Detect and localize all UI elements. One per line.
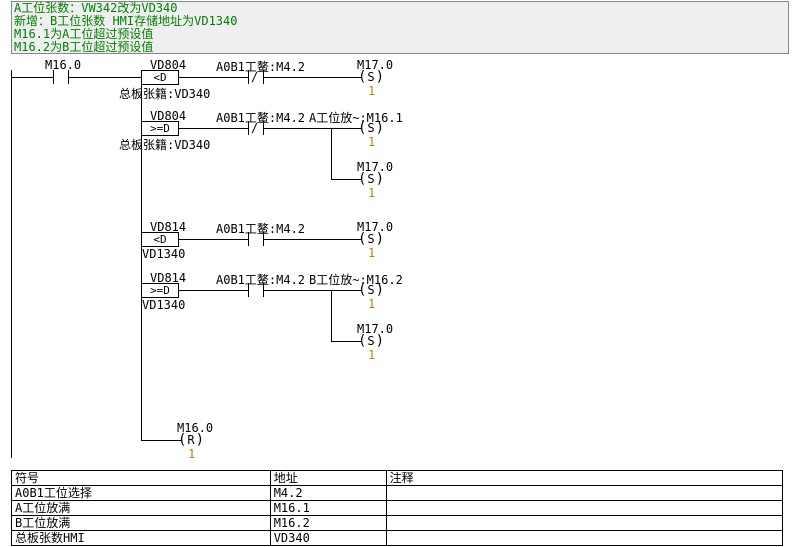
cell-symbol[interactable]: B工位放满	[12, 516, 271, 531]
compare-bot: 总板张籍:VD340	[119, 85, 210, 102]
contact-no-3[interactable]	[236, 232, 276, 246]
cell-address[interactable]: M16.1	[270, 501, 386, 516]
cell-address[interactable]: M4.2	[270, 486, 386, 501]
wire	[331, 179, 351, 180]
ladder-diagram[interactable]: M16.0 VD804 <D 总板张籍:VD340 A0B1工鳌:M4.2 / …	[11, 60, 783, 460]
coil-set-1[interactable]: (S)	[351, 70, 391, 84]
coil-count: 1	[368, 297, 375, 311]
compare-block-4[interactable]: >=D	[141, 283, 179, 298]
wire	[179, 128, 236, 129]
compare-block-2[interactable]: >=D	[141, 121, 179, 136]
header-symbol[interactable]: 符号	[12, 471, 271, 486]
cell-address[interactable]: M16.2	[270, 516, 386, 531]
wire	[276, 290, 351, 291]
compare-block-1[interactable]: <D	[141, 70, 179, 85]
coil-set-4b[interactable]: (S)	[351, 334, 391, 348]
compare-bot: VD1340	[142, 247, 185, 261]
symbol-table[interactable]: 符号 地址 注释 A0B1工位选择 M4.2 A工位放满 M16.1 B工位放满…	[11, 470, 783, 546]
coil-count: 1	[368, 186, 375, 200]
wire	[11, 77, 41, 78]
contact-no-m160[interactable]	[41, 70, 81, 84]
coil-count: 1	[188, 447, 195, 461]
wire	[179, 290, 236, 291]
coil-set-4a[interactable]: (S)	[351, 283, 391, 297]
wire	[179, 239, 236, 240]
coil-count: 1	[368, 348, 375, 362]
compare-block-3[interactable]: <D	[141, 232, 179, 247]
cell-symbol[interactable]: A工位放满	[12, 501, 271, 516]
coil-set-3[interactable]: (S)	[351, 232, 391, 246]
coil-set-2b[interactable]: (S)	[351, 172, 391, 186]
coil-count: 1	[368, 84, 375, 98]
header-address[interactable]: 地址	[270, 471, 386, 486]
cell-comment[interactable]	[386, 501, 782, 516]
wire	[331, 341, 351, 342]
table-row[interactable]: A0B1工位选择 M4.2	[12, 486, 783, 501]
comment-line: M16.2为B工位超过预设值	[14, 41, 786, 54]
coil-count: 1	[368, 135, 375, 149]
header-comment[interactable]: 注释	[386, 471, 782, 486]
cell-comment[interactable]	[386, 486, 782, 501]
wire	[141, 440, 171, 441]
table-row[interactable]: 总板张数HMI VD340	[12, 531, 783, 546]
cell-symbol[interactable]: A0B1工位选择	[12, 486, 271, 501]
wire	[179, 77, 236, 78]
compare-bot: VD1340	[142, 298, 185, 312]
wire	[276, 77, 351, 78]
wire	[276, 128, 351, 129]
wire	[276, 239, 351, 240]
wire	[331, 290, 332, 341]
left-power-rail	[11, 70, 12, 458]
compare-bot: 总板张籍:VD340	[119, 136, 210, 153]
coil-count: 1	[368, 246, 375, 260]
cell-comment[interactable]	[386, 531, 782, 546]
contact-nc-1[interactable]: /	[236, 70, 276, 84]
wire	[81, 77, 141, 78]
wire	[331, 128, 332, 179]
table-row[interactable]: A工位放满 M16.1	[12, 501, 783, 516]
plc-editor-page: A工位张数：VW342改为VD340 新增：B工位张数 HMI存储地址为VD13…	[0, 0, 794, 547]
contact-nc-2[interactable]: /	[236, 121, 276, 135]
cell-address[interactable]: VD340	[270, 531, 386, 546]
network-comment[interactable]: A工位张数：VW342改为VD340 新增：B工位张数 HMI存储地址为VD13…	[11, 1, 789, 54]
table-header-row: 符号 地址 注释	[12, 471, 783, 486]
cell-comment[interactable]	[386, 516, 782, 531]
coil-set-2a[interactable]: (S)	[351, 121, 391, 135]
contact-label: M16.0	[45, 58, 81, 72]
coil-reset[interactable]: (R)	[171, 433, 211, 447]
cell-symbol[interactable]: 总板张数HMI	[12, 531, 271, 546]
table-row[interactable]: B工位放满 M16.2	[12, 516, 783, 531]
contact-no-4[interactable]	[236, 283, 276, 297]
